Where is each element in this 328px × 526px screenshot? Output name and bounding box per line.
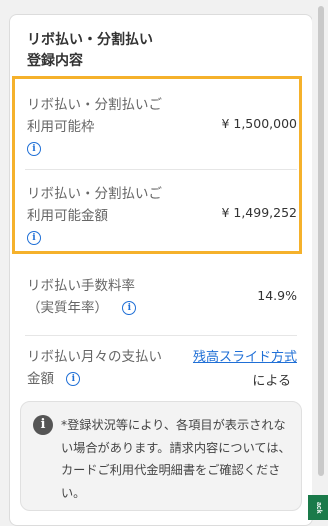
notice-box: i *登録状況等により、各項目が表示されない場合があります。請求内容については、…: [20, 401, 302, 511]
row-available-amount: リボ払い・分割払いご利用可能金額 ¥ 1,499,252 i: [27, 183, 297, 246]
info-icon[interactable]: i: [27, 141, 41, 156]
row-label: リボ払い・分割払いご利用可能金額: [27, 186, 162, 224]
row-label: リボ払い月々の支払い金額 i: [27, 346, 167, 390]
info-icon[interactable]: i: [27, 230, 41, 245]
row-value: ¥ 1,500,000: [221, 116, 297, 131]
row-value: ¥ 1,499,252: [221, 205, 297, 220]
feedback-tab[interactable]: ack: [308, 495, 328, 520]
scrollbar[interactable]: [312, 0, 328, 520]
row-label: リボ払い・分割払いご利用可能枠: [27, 97, 162, 135]
info-icon[interactable]: i: [122, 301, 137, 315]
scrollbar-thumb[interactable]: [318, 6, 324, 476]
row-label-text: リボ払い手数料率（実質年率）: [27, 278, 135, 316]
info-filled-icon: i: [33, 415, 53, 435]
row-fee-rate: リボ払い手数料率（実質年率） i 14.9%: [27, 275, 297, 319]
section-title: リボ払い・分割払い登録内容: [27, 32, 153, 69]
divider: [25, 335, 297, 336]
row-monthly-payment: リボ払い月々の支払い金額 i 残高スライド方式 による: [27, 346, 297, 390]
row-value: 14.9%: [257, 288, 297, 303]
row-label-text: リボ払い月々の支払い金額: [27, 349, 162, 387]
payment-method-suffix: による: [252, 374, 291, 389]
row-label: リボ払い手数料率（実質年率） i: [27, 275, 142, 319]
payment-method-link[interactable]: 残高スライド方式: [193, 346, 297, 365]
info-icon[interactable]: i: [66, 372, 81, 386]
notice-text: *登録状況等により、各項目が表示されない場合があります。請求内容については、カー…: [61, 418, 291, 500]
divider: [25, 169, 297, 170]
row-credit-limit: リボ払い・分割払いご利用可能枠 ¥ 1,500,000 i: [27, 94, 297, 157]
